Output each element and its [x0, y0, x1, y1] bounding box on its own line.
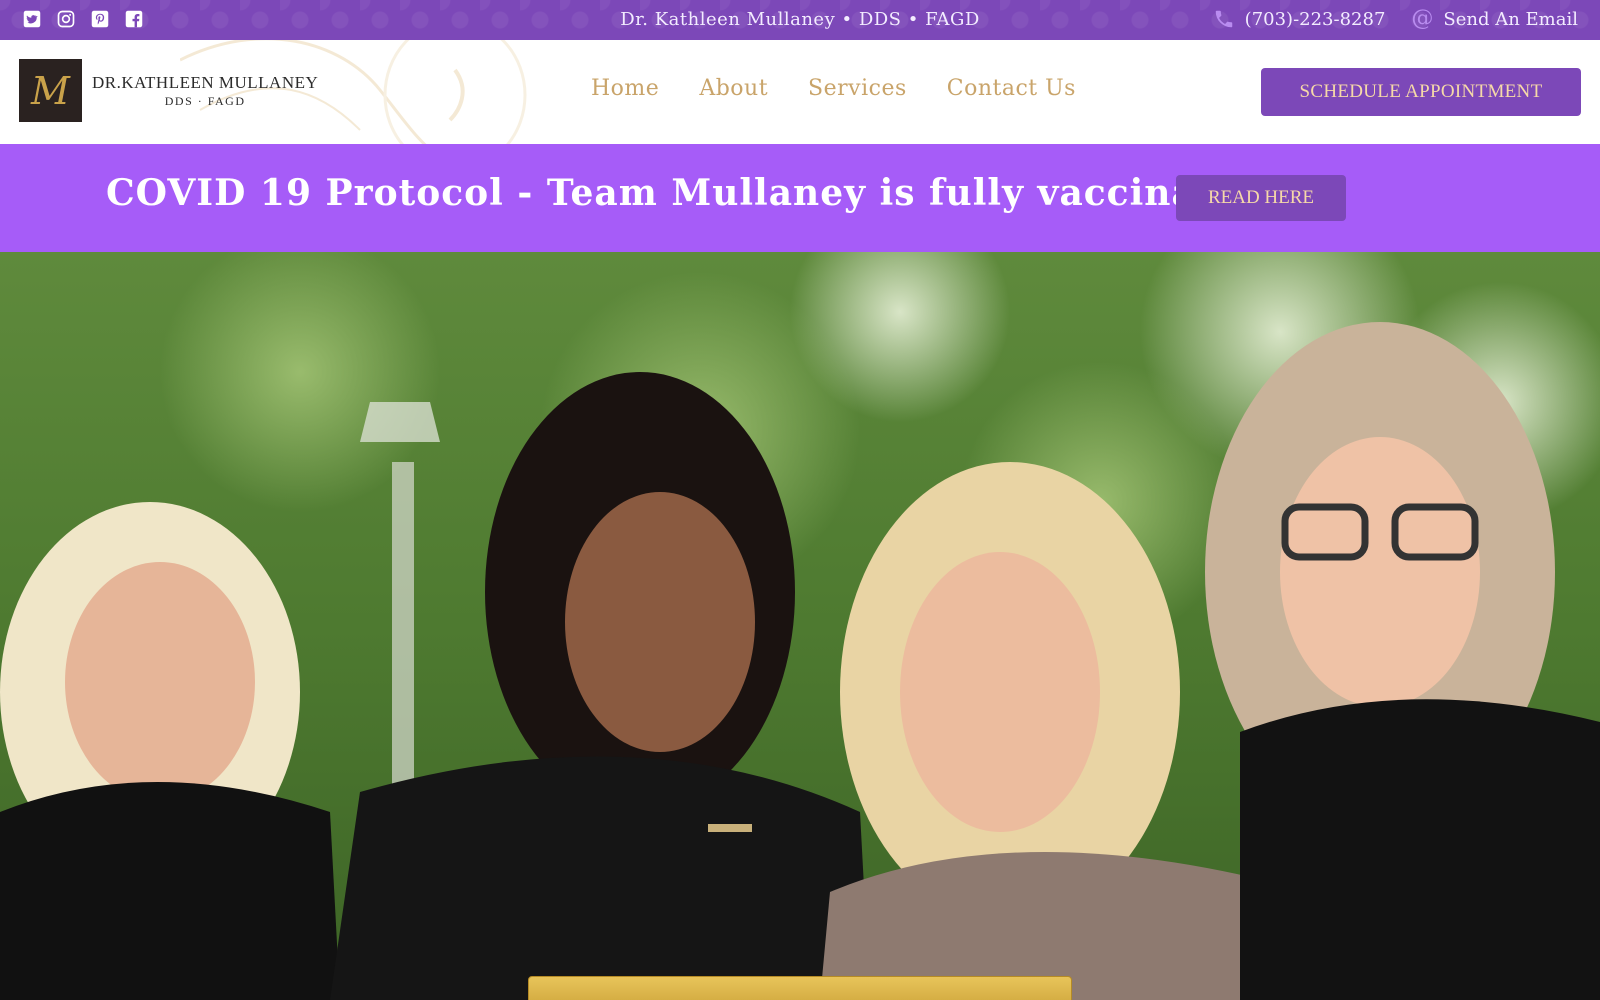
hero-team-photo	[0, 252, 1600, 1000]
email-label: Send An Email	[1443, 8, 1578, 30]
nav-services[interactable]: Services	[808, 76, 907, 101]
logo-name: DR.KATHLEEN MULLANEY	[92, 72, 319, 92]
phone-link[interactable]: (703)-223-8287	[1213, 8, 1386, 30]
site-logo[interactable]: M DR.KATHLEEN MULLANEY DDS · FAGD	[19, 59, 318, 122]
covid-banner: COVID 19 Protocol - Team Mullaney is ful…	[0, 144, 1600, 252]
phone-number: (703)-223-8287	[1244, 8, 1386, 30]
main-nav: Home About Services Contact Us	[591, 76, 1076, 101]
logo-monogram: M	[19, 59, 82, 122]
email-link[interactable]: @ Send An Email	[1411, 8, 1578, 30]
top-bar: Dr. Kathleen Mullaney • DDS • FAGD (703)…	[0, 0, 1600, 40]
covid-banner-text: COVID 19 Protocol - Team Mullaney is ful…	[106, 172, 1264, 214]
phone-icon	[1215, 10, 1232, 28]
site-header: M DR.KATHLEEN MULLANEY DDS · FAGD Home A…	[0, 40, 1600, 144]
team-photo	[0, 252, 1600, 1000]
nav-contact-us[interactable]: Contact Us	[947, 76, 1076, 101]
nav-about[interactable]: About	[699, 76, 768, 101]
nav-home[interactable]: Home	[591, 76, 659, 101]
schedule-appointment-button[interactable]: SCHEDULE APPOINTMENT	[1261, 68, 1581, 116]
email-at-icon: @	[1411, 6, 1434, 31]
logo-subtitle: DDS · FAGD	[164, 93, 246, 108]
read-here-button[interactable]: READ HERE	[1176, 175, 1346, 221]
hero-gold-panel	[528, 976, 1072, 1000]
logo-text: DR.KATHLEEN MULLANEY DDS · FAGD	[92, 73, 318, 109]
contact-links: (703)-223-8287 @ Send An Email	[1213, 8, 1578, 30]
